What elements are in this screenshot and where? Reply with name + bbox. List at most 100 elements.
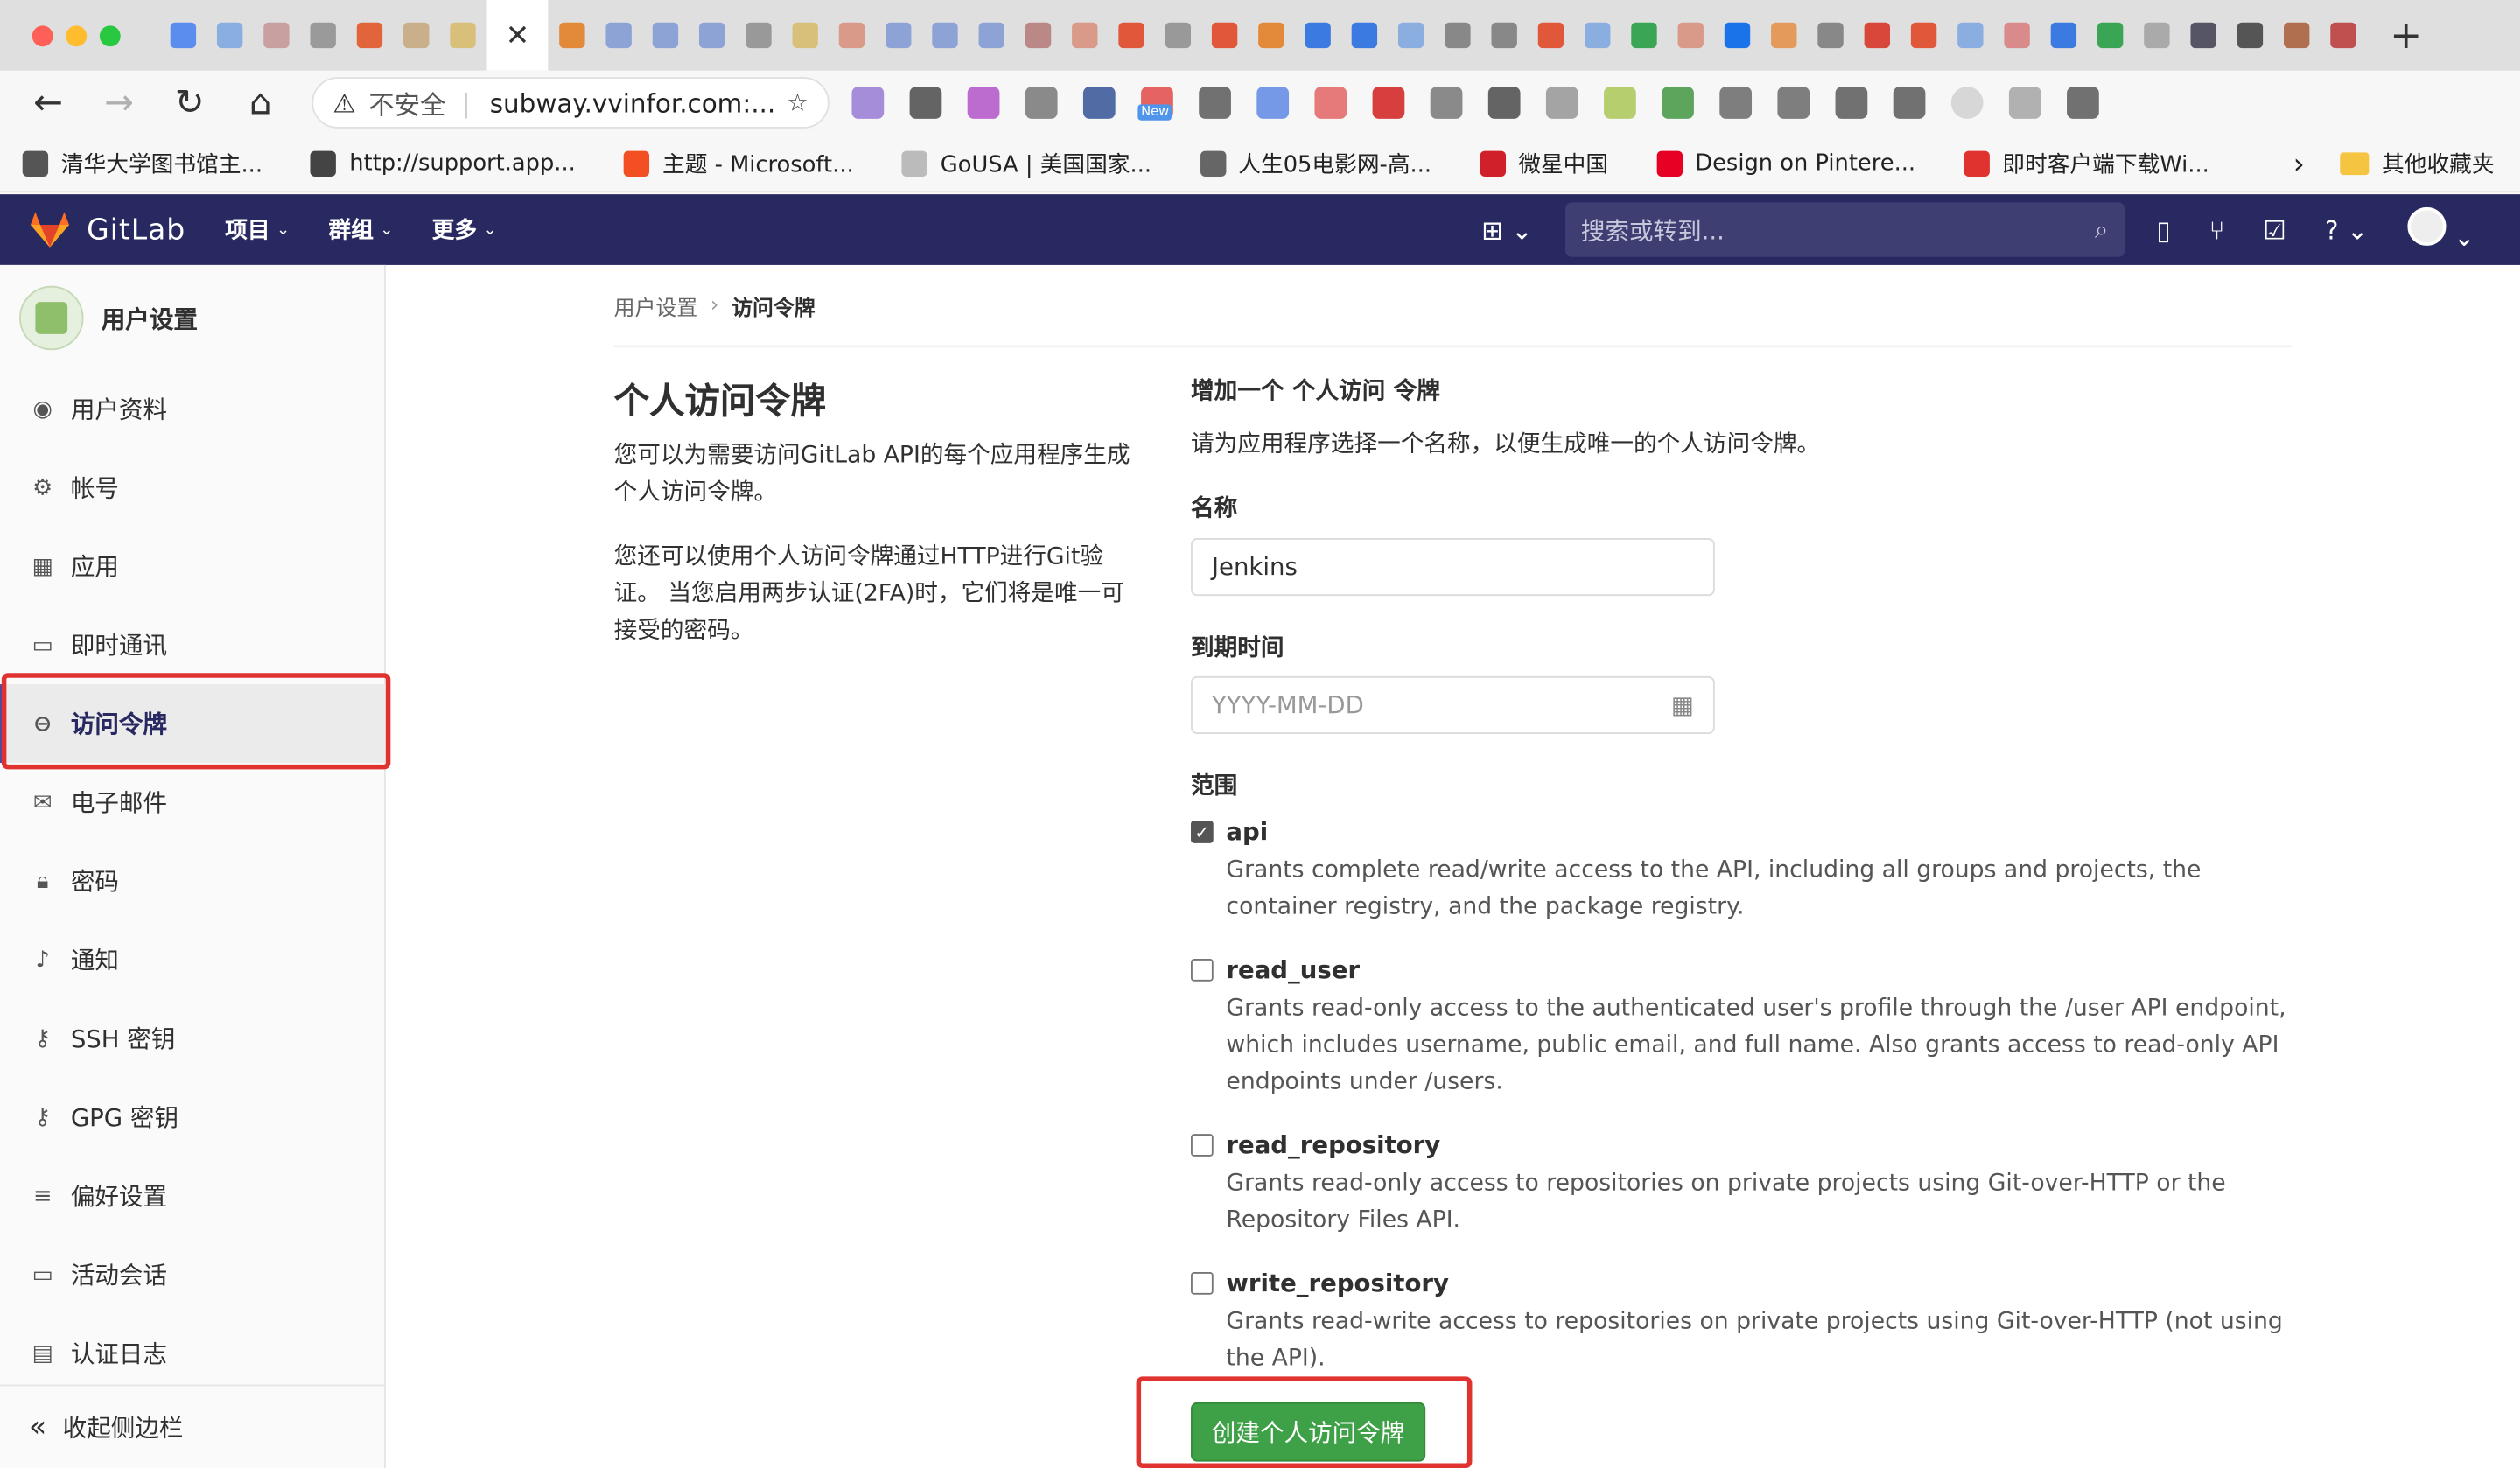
- extension-icon[interactable]: [1314, 87, 1348, 119]
- merge-requests-icon[interactable]: ⑂: [2209, 214, 2225, 245]
- browser-tab[interactable]: [1901, 13, 1946, 58]
- browser-tab[interactable]: [736, 13, 780, 58]
- browser-tab[interactable]: [2088, 13, 2132, 58]
- browser-tab[interactable]: [922, 13, 967, 58]
- extension-icon[interactable]: [967, 87, 1000, 119]
- browser-tab[interactable]: [1808, 13, 1852, 58]
- browser-tab[interactable]: [1156, 13, 1200, 58]
- other-bookmarks[interactable]: 其他收藏夹: [2382, 148, 2495, 180]
- browser-tab[interactable]: [596, 13, 640, 58]
- sidebar-item-log[interactable]: ▤ 认证日志: [0, 1314, 386, 1393]
- browser-tab[interactable]: [207, 13, 252, 58]
- new-tab-icon[interactable]: +: [2390, 13, 2422, 58]
- scope-name[interactable]: write_repository: [1226, 1269, 1449, 1297]
- home-icon[interactable]: ⌂: [225, 83, 296, 123]
- extension-icon[interactable]: [1777, 87, 1810, 119]
- extension-icon[interactable]: New: [1138, 87, 1173, 121]
- browser-tab[interactable]: [1761, 13, 1806, 58]
- browser-tab[interactable]: [2228, 13, 2272, 58]
- extension-icon[interactable]: [1082, 87, 1116, 119]
- todos-icon[interactable]: ☑: [2263, 214, 2286, 245]
- extension-icon[interactable]: [1372, 87, 1405, 119]
- calendar-icon[interactable]: ▦: [1671, 690, 1694, 719]
- zoom-window-button[interactable]: [99, 24, 121, 46]
- new-dropdown-plus-icon[interactable]: ⊞ ⌄: [1481, 214, 1533, 245]
- browser-tab[interactable]: [440, 13, 485, 58]
- collapse-sidebar-button[interactable]: « 收起侧边栏: [0, 1384, 386, 1468]
- sidebar-item-lock[interactable]: 🔒︎ 密码: [0, 842, 386, 920]
- help-icon[interactable]: ? ⌄: [2325, 214, 2369, 245]
- browser-tab[interactable]: [1575, 13, 1620, 58]
- browser-tab[interactable]: [970, 13, 1014, 58]
- bookmark-item[interactable]: 微星中国: [1480, 147, 1608, 179]
- browser-tab[interactable]: [1295, 13, 1340, 58]
- browser-tab[interactable]: [1062, 13, 1107, 58]
- browser-tab[interactable]: [690, 13, 734, 58]
- browser-tab[interactable]: [161, 13, 206, 58]
- sidebar-item-profile[interactable]: ◉ 用户资料: [0, 369, 386, 448]
- close-tab-icon[interactable]: ✕: [506, 18, 530, 52]
- scope-name[interactable]: read_user: [1226, 955, 1360, 984]
- back-icon[interactable]: ←: [13, 83, 84, 123]
- browser-tab[interactable]: [550, 13, 594, 58]
- user-menu[interactable]: ⌄: [2406, 206, 2475, 252]
- browser-tab[interactable]: [830, 13, 874, 58]
- bookmark-item[interactable]: 即时客户端下载Wi...: [1964, 147, 2209, 179]
- active-tab[interactable]: ✕: [486, 0, 549, 71]
- browser-tab[interactable]: [1855, 13, 1900, 58]
- browser-tab[interactable]: [300, 13, 345, 58]
- browser-tab[interactable]: [1342, 13, 1387, 58]
- extension-icon[interactable]: [1545, 87, 1578, 119]
- breadcrumb-parent[interactable]: 用户设置: [614, 290, 698, 322]
- browser-tab[interactable]: [347, 13, 392, 58]
- bookmark-item[interactable]: GoUSA | 美国国家...: [901, 147, 1152, 179]
- extension-icon[interactable]: [2067, 87, 2099, 119]
- browser-tab[interactable]: [2320, 13, 2365, 58]
- browser-tab[interactable]: [254, 13, 298, 58]
- browser-tab[interactable]: [1948, 13, 1992, 58]
- issues-icon[interactable]: ▯: [2156, 214, 2170, 245]
- scope-name[interactable]: read_repository: [1226, 1130, 1440, 1159]
- scope-checkbox[interactable]: [1191, 1272, 1214, 1295]
- extension-icon[interactable]: [1893, 87, 1926, 119]
- scope-name[interactable]: api: [1226, 817, 1268, 846]
- browser-tab[interactable]: [643, 13, 688, 58]
- sidebar-item-monitor[interactable]: ▭ 活动会话: [0, 1235, 386, 1314]
- browser-tab[interactable]: [876, 13, 920, 58]
- browser-tab[interactable]: [394, 13, 438, 58]
- scope-checkbox[interactable]: ✓: [1191, 821, 1214, 843]
- browser-tab[interactable]: [1109, 13, 1153, 58]
- nav-groups[interactable]: 群组 ⌄: [328, 213, 393, 246]
- forward-icon[interactable]: →: [84, 83, 155, 123]
- extension-icon[interactable]: [1662, 87, 1694, 119]
- scope-checkbox[interactable]: [1191, 1134, 1214, 1157]
- extension-icon[interactable]: [1835, 87, 1868, 119]
- extension-icon[interactable]: [1604, 87, 1636, 119]
- browser-tab[interactable]: [1016, 13, 1060, 58]
- sidebar-item-key[interactable]: ⚷ GPG 密钥: [0, 1078, 386, 1157]
- sidebar-header[interactable]: 用户设置: [0, 265, 384, 371]
- extension-icon[interactable]: [2008, 87, 2041, 119]
- sidebar-item-account[interactable]: ⚙ 帐号: [0, 448, 386, 527]
- extension-icon[interactable]: [1719, 87, 1753, 119]
- sidebar-item-applications[interactable]: ▦ 应用: [0, 527, 386, 605]
- bookmark-item[interactable]: Design on Pintere...: [1656, 150, 1915, 177]
- gitlab-logo[interactable]: GitLab: [0, 211, 225, 249]
- browser-tab[interactable]: [2274, 13, 2319, 58]
- extension-icon[interactable]: [1199, 87, 1231, 119]
- token-name-field[interactable]: Jenkins: [1191, 538, 1715, 597]
- browser-tab[interactable]: [1529, 13, 1573, 58]
- browser-tab[interactable]: [1389, 13, 1433, 58]
- browser-tab[interactable]: [1994, 13, 2039, 58]
- browser-tab[interactable]: [1621, 13, 1666, 58]
- extension-icon[interactable]: [1256, 87, 1290, 119]
- nav-projects[interactable]: 项目 ⌄: [225, 213, 290, 246]
- bookmark-item[interactable]: http://support.app...: [311, 150, 576, 177]
- browser-tab[interactable]: [1715, 13, 1760, 58]
- address-bar[interactable]: ⚠ 不安全 | subway.vvinfor.com:... ☆: [312, 77, 830, 129]
- bookmark-item[interactable]: 清华大学图书馆主...: [22, 147, 262, 179]
- expires-date-field[interactable]: YYYY-MM-DD ▦: [1191, 675, 1715, 734]
- browser-tab[interactable]: [1435, 13, 1480, 58]
- browser-tab[interactable]: [2180, 13, 2225, 58]
- profile-avatar-icon[interactable]: [1950, 87, 1984, 119]
